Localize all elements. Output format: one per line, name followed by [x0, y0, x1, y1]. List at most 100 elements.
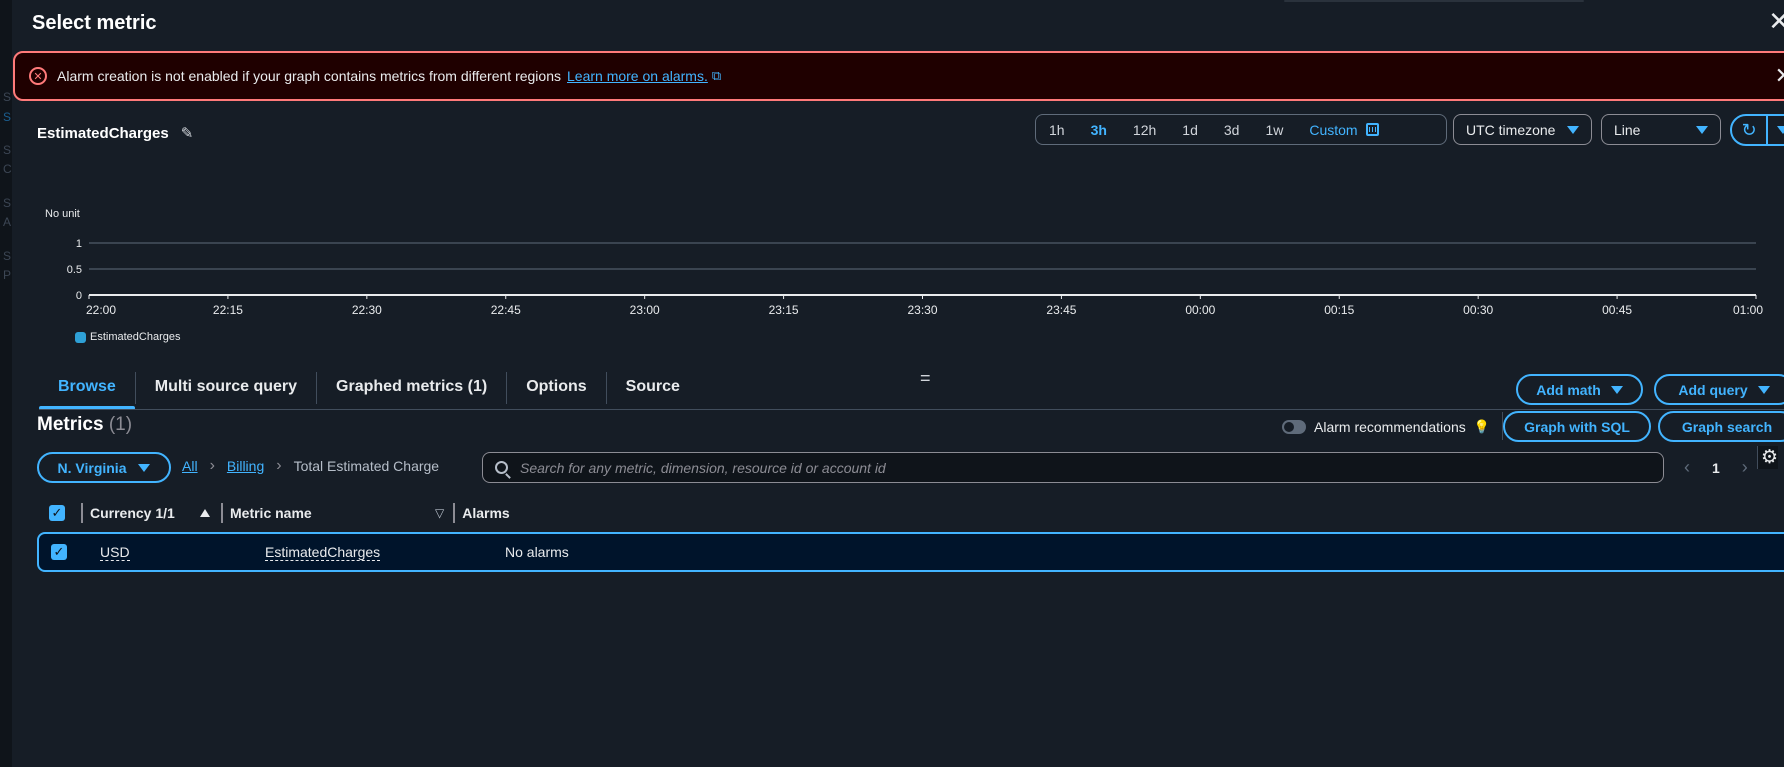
x-tick-label: 00:45: [1602, 303, 1632, 317]
bg-text: A: [3, 215, 12, 229]
table-row[interactable]: ✓ USD EstimatedCharges No alarms: [37, 532, 1784, 572]
table-header: ✓ Currency 1/1 Metric name ▽ Alarms ▽: [37, 498, 1784, 528]
select-all-checkbox[interactable]: ✓: [49, 505, 65, 521]
column-currency[interactable]: Currency 1/1: [90, 505, 200, 521]
page-number[interactable]: 1: [1712, 460, 1720, 476]
x-tick-label: 23:45: [1046, 303, 1076, 317]
learn-more-link[interactable]: Learn more on alarms.: [567, 68, 708, 84]
metrics-heading-text: Metrics: [37, 414, 104, 435]
dismiss-alert-icon[interactable]: ✕: [1775, 63, 1784, 89]
calendar-icon: [1365, 123, 1379, 136]
caret-down-icon: [1696, 125, 1708, 134]
x-tick-label: 22:15: [213, 303, 243, 317]
currency-cell[interactable]: USD: [100, 544, 130, 561]
range-3h[interactable]: 3h: [1078, 122, 1120, 138]
alarm-recommendations-toggle[interactable]: [1282, 420, 1306, 434]
x-tick-label: 23:00: [630, 303, 660, 317]
graph-search-button[interactable]: Graph search: [1658, 411, 1784, 442]
chevron-right-icon: ›: [276, 457, 282, 474]
refresh-split-button: ↻: [1730, 114, 1784, 146]
tabs-underline: [39, 409, 1784, 410]
row-checkbox[interactable]: ✓: [51, 544, 67, 560]
modal-top-line: [1284, 0, 1584, 2]
time-range-selector: 1h 3h 12h 1d 3d 1w Custom: [1035, 114, 1447, 145]
chart-type-value: Line: [1614, 121, 1641, 138]
x-tick-label: 22:45: [491, 303, 521, 317]
chart-grid: [89, 242, 1756, 296]
column-divider: [221, 503, 223, 523]
caret-down-icon: [1610, 385, 1623, 394]
range-12h[interactable]: 12h: [1120, 122, 1169, 138]
y-axis-label: No unit: [45, 208, 80, 220]
refresh-options-caret[interactable]: [1768, 126, 1784, 134]
metric-search-input[interactable]: Search for any metric, dimension, resour…: [482, 452, 1664, 483]
y-tick-label: 1: [76, 238, 82, 250]
caret-down-icon: [1567, 125, 1579, 134]
bg-text: S: [3, 110, 12, 124]
x-tick-label: 22:00: [86, 303, 116, 317]
caret-down-icon: [1757, 385, 1770, 394]
bg-text: S: [3, 143, 12, 157]
custom-label: Custom: [1309, 121, 1358, 138]
next-page-icon[interactable]: ›: [1742, 457, 1748, 478]
caret-down-icon: [138, 463, 151, 472]
region-select[interactable]: N. Virginia: [37, 452, 171, 483]
range-3d[interactable]: 3d: [1211, 122, 1253, 138]
x-tick-label: 23:15: [769, 303, 799, 317]
gear-icon[interactable]: ⚙: [1757, 446, 1779, 469]
legend-swatch: [75, 331, 86, 343]
breadcrumb-current: Total Estimated Charge: [293, 458, 440, 474]
add-math-button[interactable]: Add math: [1516, 374, 1643, 405]
range-custom[interactable]: Custom: [1296, 122, 1391, 138]
tab-options[interactable]: Options: [507, 372, 605, 410]
tab-source[interactable]: Source: [607, 372, 699, 410]
add-math-label: Add math: [1536, 381, 1601, 398]
column-divider: [453, 503, 456, 523]
tab-graphed-metrics[interactable]: Graphed metrics (1): [317, 372, 506, 410]
metric-name-cell[interactable]: EstimatedCharges: [265, 544, 381, 561]
tab-browse[interactable]: Browse: [39, 372, 135, 410]
bg-text: C: [3, 162, 12, 176]
graph-title-text: EstimatedCharges: [37, 124, 169, 142]
search-placeholder: Search for any metric, dimension, resour…: [520, 459, 886, 476]
tab-multi-source-query[interactable]: Multi source query: [136, 372, 316, 410]
refresh-icon[interactable]: ↻: [1732, 120, 1766, 141]
x-tick-label: 00:30: [1463, 303, 1493, 317]
close-icon[interactable]: ✕: [1768, 8, 1784, 34]
prev-page-icon[interactable]: ‹: [1684, 457, 1690, 478]
graph-with-sql-button[interactable]: Graph with SQL: [1503, 411, 1651, 442]
select-metric-modal: Select metric ✕ ✕ Alarm creation is not …: [12, 0, 1784, 767]
y-tick-label: 0.5: [67, 264, 82, 276]
timezone-value: UTC timezone: [1466, 121, 1556, 138]
error-icon: ✕: [29, 67, 47, 85]
breadcrumb: All › Billing › Total Estimated Charge: [182, 457, 439, 475]
search-icon: [495, 461, 508, 474]
chevron-right-icon: ›: [209, 457, 215, 474]
chart-type-select[interactable]: Line: [1601, 114, 1721, 145]
y-ticks: 10.50: [67, 238, 82, 302]
sort-ascending-icon[interactable]: [200, 509, 210, 517]
range-1d[interactable]: 1d: [1169, 122, 1211, 138]
range-1h[interactable]: 1h: [1036, 122, 1078, 138]
range-1w[interactable]: 1w: [1252, 122, 1296, 138]
edit-pencil-icon[interactable]: ✎: [181, 124, 194, 142]
x-tick-label: 22:30: [352, 303, 382, 317]
add-query-label: Add query: [1678, 381, 1748, 398]
resize-handle-icon[interactable]: =: [920, 368, 931, 389]
breadcrumb-all[interactable]: All: [182, 458, 198, 474]
column-alarms[interactable]: Alarms: [462, 505, 509, 521]
graph-title: EstimatedCharges ✎: [37, 124, 194, 143]
alarm-recommendations-label: Alarm recommendations: [1314, 419, 1466, 435]
metrics-count: (1): [108, 414, 133, 435]
x-ticks: 22:00 22:15 22:30 22:45 23:00 23:15 23:30 23:45…: [86, 295, 1763, 317]
x-tick-label: 23:30: [907, 303, 937, 317]
breadcrumb-billing[interactable]: Billing: [227, 458, 264, 474]
add-query-button[interactable]: Add query: [1654, 374, 1784, 405]
column-divider: [81, 503, 83, 523]
pagination: ‹ 1 ›: [1684, 457, 1748, 478]
column-metric-name[interactable]: Metric name: [230, 505, 435, 521]
sort-icon[interactable]: ▽: [435, 506, 444, 520]
x-tick-label: 00:15: [1324, 303, 1354, 317]
timezone-select[interactable]: UTC timezone: [1453, 114, 1592, 145]
alarm-recommendations: Alarm recommendations 💡: [1282, 419, 1490, 435]
